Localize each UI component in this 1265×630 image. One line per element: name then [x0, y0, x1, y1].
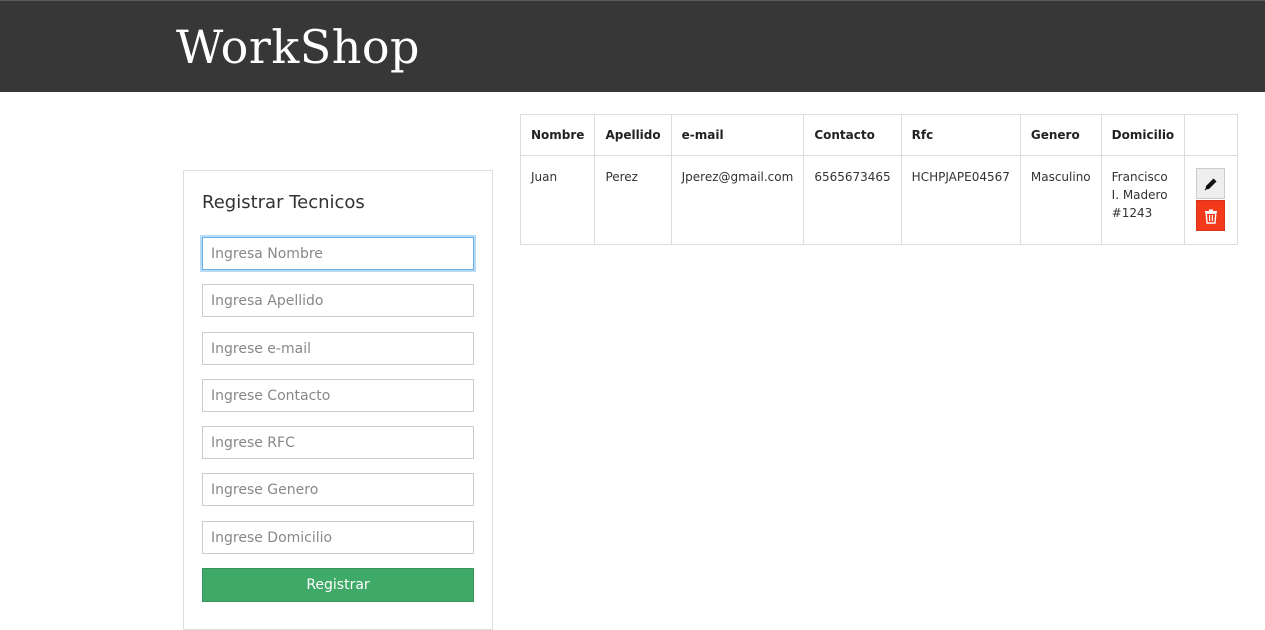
domicilio-input[interactable] — [202, 521, 474, 554]
rfc-input[interactable] — [202, 426, 474, 459]
nombre-input[interactable] — [202, 237, 474, 270]
column-header-email: e-mail — [670, 114, 805, 156]
contacto-input[interactable] — [202, 379, 474, 412]
cell-rfc: HCHPJAPE04567 — [900, 155, 1021, 245]
column-header-contacto: Contacto — [803, 114, 902, 156]
column-header-rfc: Rfc — [900, 114, 1021, 156]
cell-contacto: 6565673465 — [803, 155, 902, 245]
cell-email: Jperez@gmail.com — [670, 155, 805, 245]
column-header-nombre: Nombre — [519, 114, 596, 156]
register-form-panel: Registrar Tecnicos Registrar — [183, 170, 493, 630]
cell-domicilio: Francisco I. Madero #1243 — [1100, 155, 1186, 245]
genero-input[interactable] — [202, 473, 474, 506]
brand-title[interactable]: WorkShop — [176, 19, 420, 75]
delete-button[interactable] — [1196, 200, 1226, 231]
trash-icon — [1205, 209, 1218, 224]
table-header-row: Nombre Apellido e-mail Contacto Rfc Gene… — [519, 114, 1239, 156]
column-header-domicilio: Domicilio — [1100, 114, 1186, 156]
edit-button[interactable] — [1196, 168, 1226, 199]
form-title: Registrar Tecnicos — [202, 192, 365, 213]
tecnicos-table: Nombre Apellido e-mail Contacto Rfc Gene… — [519, 114, 1239, 245]
table-row: Juan Perez Jperez@gmail.com 6565673465 H… — [519, 155, 1239, 245]
cell-genero: Masculino — [1019, 155, 1102, 245]
email-input[interactable] — [202, 332, 474, 365]
cell-nombre: Juan — [519, 155, 596, 245]
top-navbar: WorkShop — [0, 0, 1265, 92]
apellido-input[interactable] — [202, 284, 474, 317]
registrar-button[interactable]: Registrar — [202, 568, 474, 602]
column-header-actions — [1184, 114, 1239, 156]
column-header-apellido: Apellido — [594, 114, 672, 156]
pencil-icon — [1204, 178, 1217, 191]
cell-apellido: Perez — [594, 155, 672, 245]
column-header-genero: Genero — [1019, 114, 1102, 156]
cell-actions — [1184, 155, 1239, 245]
